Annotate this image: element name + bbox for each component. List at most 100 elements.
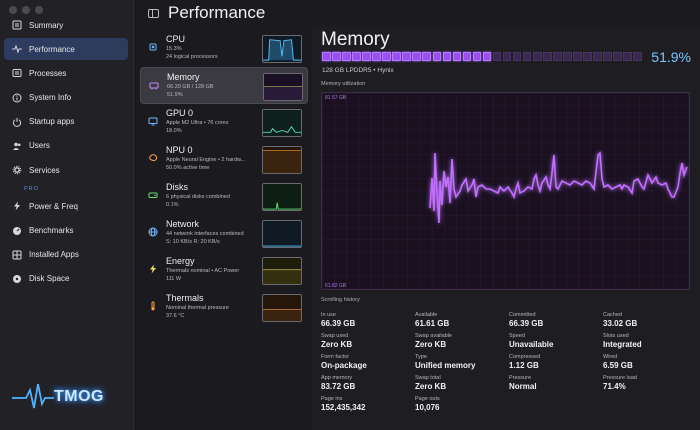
resource-detail: 37.6 °C <box>166 313 185 319</box>
sidebar-item-label: Services <box>29 165 60 175</box>
grid-icon <box>12 250 22 260</box>
meter-segment <box>392 52 401 61</box>
sidebar-item-installed-apps[interactable]: Installed Apps <box>4 244 128 266</box>
meter-segment <box>553 52 562 61</box>
resource-card-network[interactable]: Network 44 network interfaces combined S… <box>140 215 308 252</box>
info-icon <box>12 93 22 103</box>
stat-value: Unified memory <box>415 361 476 370</box>
meter-segment <box>573 52 582 61</box>
graph-max-label: 81.57 GB <box>325 95 347 101</box>
close-window-button[interactable] <box>9 6 17 14</box>
stat-value: On-package <box>321 361 367 370</box>
meter-segment <box>362 52 371 61</box>
resource-list: CPU 15.3% 24 logical processors Memory 6… <box>140 30 308 326</box>
resource-card-gpu[interactable]: GPU 0 Apple M2 Ultra • 76 cores 18.0% <box>140 104 308 141</box>
thermometer-icon <box>148 298 158 311</box>
stat-value: 66.39 GB <box>321 319 356 328</box>
stat-label: Compressed <box>509 354 541 360</box>
resource-card-energy[interactable]: Energy Thermals nominal • AC Power 111 W <box>140 252 308 289</box>
sidebar-item-label: Power & Freq <box>29 201 78 211</box>
meter-segment <box>603 52 612 61</box>
resource-detail: Apple M2 Ultra • 76 cores <box>166 120 229 126</box>
resource-card-npu[interactable]: NPU 0 Apple Neural Engine • 2 hardw... 5… <box>140 141 308 178</box>
meter-segment <box>402 52 411 61</box>
stat-value: 66.39 GB <box>509 319 544 328</box>
display-icon <box>148 113 158 126</box>
sidebar-item-performance[interactable]: Performance <box>4 38 128 61</box>
stat-item: Slots used Integrated <box>603 332 697 350</box>
stat-item: Pressure Normal <box>509 374 603 392</box>
resource-detail: 15.3% <box>166 46 182 52</box>
stat-label: Cached <box>603 312 622 318</box>
stat-item: Compressed 1.12 GB <box>509 353 603 371</box>
history-label: Scrolling history <box>321 297 360 303</box>
sidebar-item-processes[interactable]: Processes <box>4 62 128 84</box>
sidebar-item-label: Summary <box>29 20 64 30</box>
sidebar-item-summary[interactable]: Summary <box>4 14 128 36</box>
resource-detail: 50.0% active time <box>166 165 210 171</box>
memory-utilization-graph <box>321 92 690 290</box>
logo-text: TMOG <box>54 388 104 405</box>
meter-segment <box>452 52 462 61</box>
meter-segment <box>593 52 602 61</box>
stat-value: Zero KB <box>321 340 353 349</box>
stat-value: Zero KB <box>415 382 447 391</box>
sidebar-toggle-button[interactable] <box>148 8 159 18</box>
sidebar-item-benchmarks[interactable]: Benchmarks <box>4 220 128 242</box>
meter-segment <box>442 52 452 61</box>
resource-detail: S: 10 KB/s R: 20 KB/s <box>166 239 220 245</box>
stat-label: Pressure <box>509 375 532 381</box>
meter-segment <box>462 52 472 61</box>
stat-value: 1.12 GB <box>509 361 539 370</box>
sidebar-item-label: Users <box>29 141 50 151</box>
bolt-icon <box>12 201 22 211</box>
resource-card-disks[interactable]: Disks 6 physical disks combined 0.1% <box>140 178 308 215</box>
stat-item: Speed Unavailable <box>509 332 603 350</box>
sidebar-item-label: Performance <box>29 44 75 54</box>
stat-label: Slots used <box>603 333 629 339</box>
resource-thumbnail-graph <box>262 183 302 211</box>
sidebar-item-label: Benchmarks <box>29 226 74 235</box>
zoom-window-button[interactable] <box>35 6 43 14</box>
sidebar-item-system-info[interactable]: System Info <box>4 87 128 109</box>
resource-detail: Apple Neural Engine • 2 hardw... <box>166 157 246 163</box>
sidebar-item-users[interactable]: Users <box>4 135 128 157</box>
sidebar-item-startup-apps[interactable]: Startup apps <box>4 111 128 133</box>
sidebar-item-disk-space[interactable]: Disk Space <box>4 268 128 290</box>
stat-label: Page ins <box>321 396 343 402</box>
stat-item: Committed 66.39 GB <box>509 311 603 329</box>
resource-detail: Thermals nominal • AC Power <box>166 268 240 274</box>
sidebar-nav: Summary Performance Processes System Inf… <box>4 14 128 292</box>
stat-value: Unavailable <box>509 340 554 349</box>
sidebar-item-power-freq[interactable]: Power & Freq <box>4 195 128 217</box>
meter-segment <box>322 52 331 61</box>
meter-segment <box>482 52 492 61</box>
summary-icon <box>12 20 22 30</box>
pro-section-label: PRO <box>24 186 39 193</box>
stat-item: Swap total Zero KB <box>415 374 509 392</box>
memory-detail-panel: Memory 51.9% 128 GB LPDDR5 • Hynix Memor… <box>312 26 700 430</box>
resource-card-cpu[interactable]: CPU 15.3% 24 logical processors <box>140 30 308 67</box>
meter-segment <box>412 52 421 61</box>
stat-label: Swap available <box>415 333 452 339</box>
stat-item: Pressure load 71.4% <box>603 374 697 392</box>
meter-segment <box>543 52 552 61</box>
header: Performance <box>135 0 700 26</box>
stat-label: Type <box>415 354 427 360</box>
sidebar-item-label: Processes <box>29 68 67 78</box>
stat-label: Swap total <box>415 375 441 381</box>
minimize-window-button[interactable] <box>22 6 30 14</box>
stat-value: 71.4% <box>603 382 626 391</box>
sidebar-item-services[interactable]: Services <box>4 159 128 181</box>
meter-segment <box>342 52 351 61</box>
stat-label: Pressure load <box>603 375 637 381</box>
resource-card-memory[interactable]: Memory 66.39 GB / 128 GB 51.9% <box>140 67 308 104</box>
stat-item: Swap used Zero KB <box>321 332 415 350</box>
stat-label: Committed <box>509 312 536 318</box>
resource-thumbnail-graph <box>262 109 302 137</box>
gauge-icon <box>12 226 22 236</box>
resource-card-thermals[interactable]: Thermals Nominal thermal pressure 37.6 °… <box>140 289 308 326</box>
sidebar-item-label: Startup apps <box>29 117 75 127</box>
resource-detail: Nominal thermal pressure <box>166 305 229 311</box>
graph-min-label: 61.82 GB <box>325 283 347 289</box>
